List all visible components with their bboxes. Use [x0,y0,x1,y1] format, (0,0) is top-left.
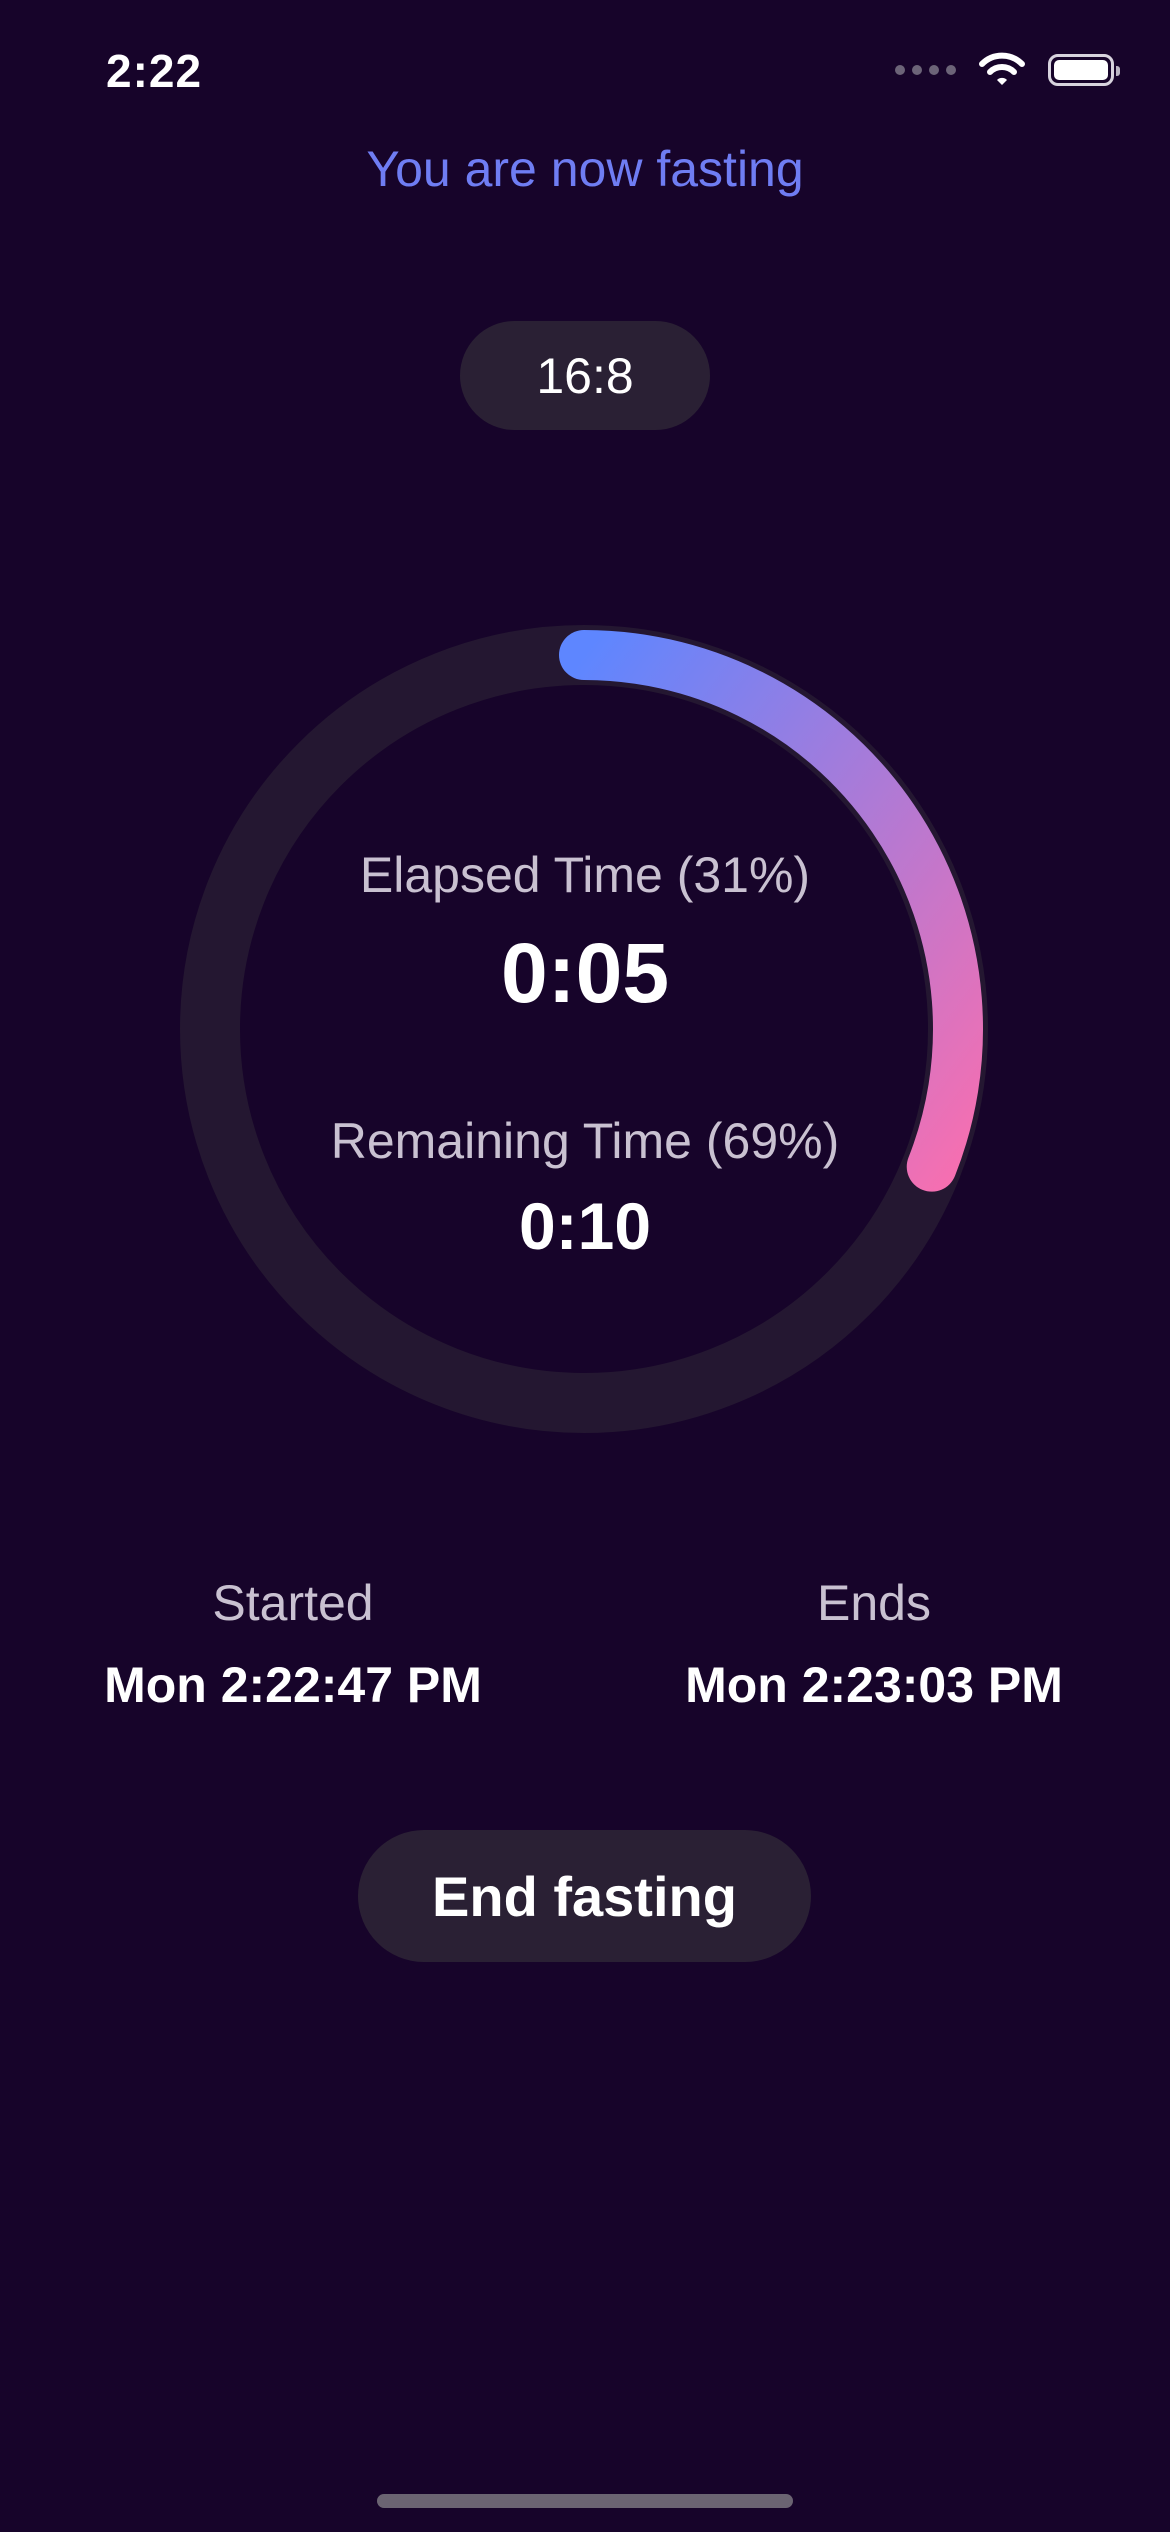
end-info: Ends Mon 2:23:03 PM [644,1574,1104,1714]
progress-arc [559,630,983,1192]
elapsed-time-value: 0:05 [500,926,670,1020]
remaining-time-value: 0:10 [518,1189,652,1263]
end-fasting-button[interactable]: End fasting [358,1830,811,1962]
started-value: Mon 2:22:47 PM [104,1657,482,1713]
ends-label: Ends [817,1575,931,1631]
elapsed-time-label: Elapsed Time (31%) [359,847,811,903]
status-time: 2:22 [106,45,203,97]
home-indicator[interactable] [377,2494,793,2508]
ends-value: Mon 2:23:03 PM [685,1657,1063,1713]
signal-dots-icon [895,65,956,75]
screen: 2:22 You are now fasting 16:8 Elapsed Ti… [0,0,1170,2532]
status-icons [895,52,1120,88]
start-info: Started Mon 2:22:47 PM [63,1574,523,1714]
wifi-icon [979,52,1025,85]
progress-ring [180,625,988,1433]
page-title: You are now fasting [366,141,804,197]
remaining-time-label: Remaining Time (69%) [330,1113,840,1169]
started-label: Started [212,1575,374,1631]
battery-icon [1048,54,1120,86]
fasting-plan-button[interactable]: 16:8 [460,321,710,430]
